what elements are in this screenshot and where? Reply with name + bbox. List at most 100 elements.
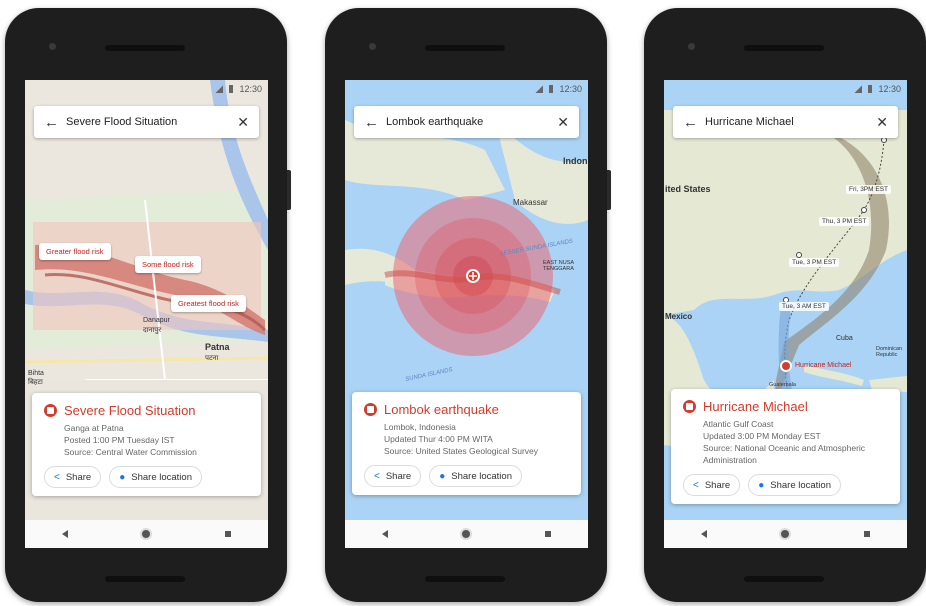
front-camera <box>49 43 56 50</box>
alert-title: Hurricane Michael <box>703 399 808 414</box>
share-location-label: Share location <box>131 471 192 483</box>
alert-card[interactable]: Hurricane Michael Atlantic Gulf Coast Up… <box>671 389 900 504</box>
share-button[interactable]: < Share <box>364 465 422 487</box>
earpiece-speaker <box>744 45 824 51</box>
nav-recents-icon[interactable] <box>544 531 551 537</box>
map-place-bihta: Bihta <box>28 370 44 377</box>
map-place-dominican: Dominican Republic <box>876 346 902 358</box>
search-text[interactable]: Lombok earthquake <box>386 116 557 128</box>
signal-icon <box>215 85 224 93</box>
person-add-icon: ● <box>439 470 446 482</box>
forecast-tue-3am-label[interactable]: Tue, 3 AM EST <box>779 302 829 311</box>
alert-location: Atlantic Gulf Coast <box>703 419 774 429</box>
map-place-danapur: Danapur <box>143 317 170 324</box>
forecast-tue-3pm-label[interactable]: Tue, 3 PM EST <box>789 258 840 267</box>
map-place-makassar: Makassar <box>513 198 548 207</box>
alert-location: Lombok, Indonesia <box>384 422 456 432</box>
alert-card[interactable]: Severe Flood Situation Ganga at Patna Po… <box>32 393 261 496</box>
share-label: Share <box>65 471 92 483</box>
forecast-thu-label[interactable]: Thu, 3 PM EST <box>819 217 870 226</box>
search-text[interactable]: Hurricane Michael <box>705 116 876 128</box>
signal-icon <box>535 85 544 93</box>
phone-earthquake: 12:30 ← Lombok earthquake ✕ Indone Makas… <box>325 8 611 602</box>
search-bar[interactable]: ← Severe Flood Situation ✕ <box>34 106 259 138</box>
nav-recents-icon[interactable] <box>224 531 231 537</box>
alert-card[interactable]: Lombok earthquake Lombok, Indonesia Upda… <box>352 392 581 495</box>
alert-source: Source: United States Geological Survey <box>384 446 539 456</box>
alert-icon <box>364 403 377 416</box>
search-text[interactable]: Severe Flood Situation <box>66 116 237 128</box>
map-place-united-states: ited States <box>665 184 711 194</box>
nav-home-icon[interactable] <box>462 530 471 538</box>
person-add-icon: ● <box>119 471 126 483</box>
nav-bar <box>664 520 907 548</box>
map-place-mexico: Mexico <box>665 312 693 321</box>
phone-hurricane: 12:30 ← Hurricane Michael ✕ ited States … <box>644 8 926 602</box>
alert-title: Severe Flood Situation <box>64 403 196 418</box>
alert-updated: Updated 3:00 PM Monday EST <box>703 431 821 441</box>
alert-icon <box>683 400 696 413</box>
bottom-speaker <box>425 576 505 582</box>
alert-icon <box>44 404 57 417</box>
nav-home-icon[interactable] <box>781 530 790 538</box>
close-icon[interactable]: ✕ <box>557 114 569 131</box>
share-location-button[interactable]: ● Share location <box>748 474 841 496</box>
share-location-button[interactable]: ● Share location <box>109 466 202 488</box>
share-location-button[interactable]: ● Share location <box>429 465 522 487</box>
screen: 12:30 ← Lombok earthquake ✕ Indone Makas… <box>345 80 588 548</box>
alert-updated: Updated Thur 4:00 PM WITA <box>384 434 493 444</box>
nav-back-icon[interactable] <box>701 530 708 538</box>
map-label-some-flood-risk[interactable]: Some flood risk <box>135 256 201 273</box>
screen: 12:30 ← Hurricane Michael ✕ ited States … <box>664 80 907 548</box>
forecast-fri-label[interactable]: Fri, 3PM EST <box>846 185 892 194</box>
alert-location: Ganga at Patna <box>64 423 124 433</box>
share-label: Share <box>385 470 412 482</box>
battery-icon <box>229 85 234 93</box>
map-place-indonesia: Indone <box>563 156 588 166</box>
share-label: Share <box>704 479 731 491</box>
map-place-bihta-local: बिहटा <box>28 379 43 386</box>
hurricane-marker-icon[interactable] <box>780 360 792 372</box>
status-bar: 12:30 <box>25 80 268 98</box>
status-time: 12:30 <box>559 84 582 94</box>
back-arrow-icon[interactable]: ← <box>683 114 705 131</box>
close-icon[interactable]: ✕ <box>876 114 888 131</box>
alert-updated: Posted 1:00 PM Tuesday IST <box>64 435 175 445</box>
share-location-label: Share location <box>451 470 512 482</box>
nav-recents-icon[interactable] <box>863 531 870 537</box>
phone-flood: 12:30 ← Severe Flood Situation ✕ Greater… <box>5 8 291 602</box>
nav-back-icon[interactable] <box>382 530 389 538</box>
alert-source: Source: Central Water Commission <box>64 447 197 457</box>
signal-icon <box>854 85 863 93</box>
bottom-speaker <box>105 576 185 582</box>
map-place-patna: Patna <box>205 342 230 352</box>
search-bar[interactable]: ← Hurricane Michael ✕ <box>673 106 898 138</box>
alert-source: Source: National Oceanic and Atmospheric… <box>703 443 866 465</box>
front-camera <box>369 43 376 50</box>
status-time: 12:30 <box>239 84 262 94</box>
share-button[interactable]: < Share <box>683 474 741 496</box>
nav-home-icon[interactable] <box>142 530 151 538</box>
back-arrow-icon[interactable]: ← <box>364 114 386 131</box>
share-icon: < <box>374 470 380 482</box>
nav-back-icon[interactable] <box>62 530 69 538</box>
map-place-patna-local: पटना <box>205 355 219 362</box>
share-icon: < <box>54 471 60 483</box>
status-bar: 12:30 <box>664 80 907 98</box>
map-label-greatest-flood-risk[interactable]: Greatest flood risk <box>171 295 246 312</box>
earpiece-speaker <box>105 45 185 51</box>
status-time: 12:30 <box>878 84 901 94</box>
close-icon[interactable]: ✕ <box>237 114 249 131</box>
hurricane-marker-label[interactable]: Hurricane Michael <box>795 362 851 369</box>
power-button <box>287 170 291 210</box>
bottom-speaker <box>744 576 824 582</box>
map-place-cuba: Cuba <box>836 335 853 342</box>
share-button[interactable]: < Share <box>44 466 102 488</box>
map-label-greater-flood-risk[interactable]: Greater flood risk <box>39 243 111 260</box>
map-label-east-nusa: EAST NUSA TENGGARA <box>543 260 574 272</box>
battery-icon <box>868 85 873 93</box>
status-bar: 12:30 <box>345 80 588 98</box>
search-bar[interactable]: ← Lombok earthquake ✕ <box>354 106 579 138</box>
share-location-label: Share location <box>770 479 831 491</box>
back-arrow-icon[interactable]: ← <box>44 114 66 131</box>
